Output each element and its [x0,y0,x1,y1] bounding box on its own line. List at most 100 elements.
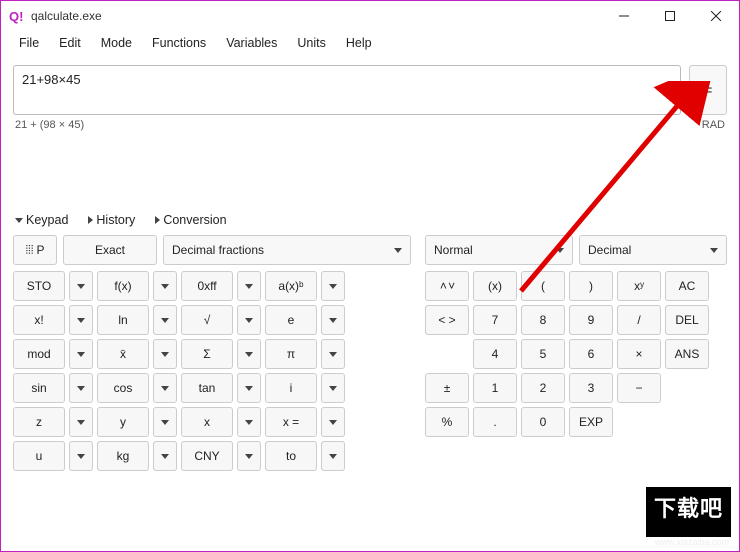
key-AC[interactable]: AC [665,271,709,301]
key-3[interactable]: 3 [569,373,613,403]
key-dropdown[interactable] [237,441,261,471]
key-dropdown[interactable] [153,271,177,301]
key-dropdown[interactable] [153,339,177,369]
tab-conversion[interactable]: Conversion [155,213,226,227]
key-ANS[interactable]: ANS [665,339,709,369]
key-dropdown[interactable] [69,339,93,369]
key-dropdown[interactable] [69,305,93,335]
keypad-tabs: Keypad History Conversion [13,213,727,227]
menu-mode[interactable]: Mode [91,34,142,52]
key-xʸ[interactable]: xʸ [617,271,661,301]
key-CNY[interactable]: CNY [181,441,233,471]
key-dropdown[interactable] [237,305,261,335]
key-)[interactable]: ) [569,271,613,301]
key-dropdown[interactable] [321,441,345,471]
decimal-select[interactable]: Decimal [579,235,727,265]
key-dropdown[interactable] [153,407,177,437]
tab-keypad[interactable]: Keypad [15,213,68,227]
key-dropdown[interactable] [237,271,261,301]
key-x[interactable]: x [181,407,233,437]
key-dropdown[interactable] [237,407,261,437]
key-6[interactable]: 6 [569,339,613,369]
key-sin[interactable]: sin [13,373,65,403]
expression-input[interactable]: 21+98×45 [13,65,681,115]
exact-button[interactable]: Exact [63,235,157,265]
key-1[interactable]: 1 [473,373,517,403]
watermark-logo: 下载吧 [646,487,731,537]
key-dropdown[interactable] [321,339,345,369]
grid-icon: ⦙⦙⦙ [25,243,33,258]
key-dropdown[interactable] [69,441,93,471]
key-DEL[interactable]: DEL [665,305,709,335]
key-7[interactable]: 7 [473,305,517,335]
menu-help[interactable]: Help [336,34,382,52]
key-([interactable]: ( [521,271,565,301]
minimize-button[interactable] [601,1,647,31]
key-5[interactable]: 5 [521,339,565,369]
key-dropdown[interactable] [321,305,345,335]
key-STO[interactable]: STO [13,271,65,301]
key-4[interactable]: 4 [473,339,517,369]
key-i[interactable]: i [265,373,317,403]
key-%[interactable]: % [425,407,469,437]
key-dropdown[interactable] [69,373,93,403]
key-˄ ˅[interactable]: ˄ ˅ [425,271,469,301]
key-dropdown[interactable] [153,305,177,335]
app-window: Q! qalculate.exe File Edit Mode Function… [0,0,740,552]
key-dropdown[interactable] [153,441,177,471]
key-< >[interactable]: < > [425,305,469,335]
normal-select[interactable]: Normal [425,235,573,265]
key-.[interactable]: . [473,407,517,437]
maximize-button[interactable] [647,1,693,31]
key-−[interactable]: − [617,373,661,403]
key-a(x)ᵇ[interactable]: a(x)ᵇ [265,271,317,301]
fractions-select[interactable]: Decimal fractions [163,235,411,265]
close-button[interactable] [693,1,739,31]
key-cos[interactable]: cos [97,373,149,403]
programmer-toggle[interactable]: ⦙⦙⦙P [13,235,57,265]
key-dropdown[interactable] [237,373,261,403]
key-dropdown[interactable] [321,407,345,437]
key-EXP[interactable]: EXP [569,407,613,437]
key-(x)[interactable]: (x) [473,271,517,301]
key-z[interactable]: z [13,407,65,437]
key-x̄[interactable]: x̄ [97,339,149,369]
fractions-label: Decimal fractions [172,243,264,257]
menu-variables[interactable]: Variables [216,34,287,52]
key-/[interactable]: / [617,305,661,335]
tab-history[interactable]: History [88,213,135,227]
key-f(x)[interactable]: f(x) [97,271,149,301]
key-tan[interactable]: tan [181,373,233,403]
window-title: qalculate.exe [31,9,601,23]
key-dropdown[interactable] [321,373,345,403]
key-Σ[interactable]: Σ [181,339,233,369]
menu-file[interactable]: File [9,34,49,52]
key-0[interactable]: 0 [521,407,565,437]
key-dropdown[interactable] [321,271,345,301]
key-y[interactable]: y [97,407,149,437]
key-π[interactable]: π [265,339,317,369]
key-to[interactable]: to [265,441,317,471]
key-dropdown[interactable] [69,271,93,301]
key-0xff[interactable]: 0xff [181,271,233,301]
key-×[interactable]: × [617,339,661,369]
equals-button[interactable]: = [689,65,727,115]
key-kg[interactable]: kg [97,441,149,471]
key-mod[interactable]: mod [13,339,65,369]
key-±[interactable]: ± [425,373,469,403]
key-x![interactable]: x! [13,305,65,335]
key-9[interactable]: 9 [569,305,613,335]
key-2[interactable]: 2 [521,373,565,403]
key-x =[interactable]: x = [265,407,317,437]
menu-functions[interactable]: Functions [142,34,216,52]
key-dropdown[interactable] [153,373,177,403]
key-ln[interactable]: ln [97,305,149,335]
key-dropdown[interactable] [237,339,261,369]
menu-units[interactable]: Units [287,34,335,52]
key-dropdown[interactable] [69,407,93,437]
key-8[interactable]: 8 [521,305,565,335]
menu-edit[interactable]: Edit [49,34,91,52]
key-√[interactable]: √ [181,305,233,335]
key-e[interactable]: e [265,305,317,335]
key-u[interactable]: u [13,441,65,471]
